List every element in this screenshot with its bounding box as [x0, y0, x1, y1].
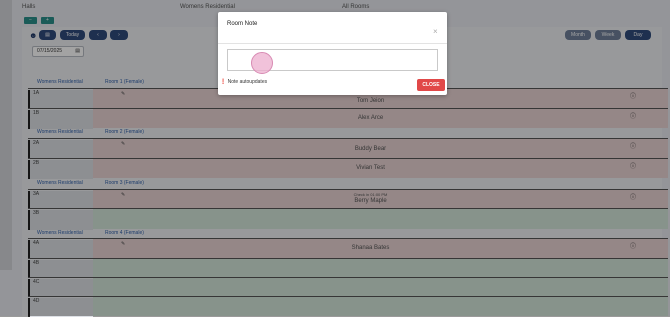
click-indicator: [251, 52, 273, 74]
autoupdate-note: ❗ Note autoupdates: [220, 79, 267, 85]
close-icon[interactable]: ×: [433, 27, 438, 36]
modal-title: Room Note: [227, 21, 258, 27]
info-circle-icon: ❗: [220, 79, 227, 85]
close-button[interactable]: CLOSE: [417, 79, 445, 91]
note-text: Note autoupdates: [227, 79, 268, 85]
modal-divider: [218, 43, 447, 44]
room-note-modal: Room Note × ❗ Note autoupdates CLOSE: [218, 12, 447, 95]
